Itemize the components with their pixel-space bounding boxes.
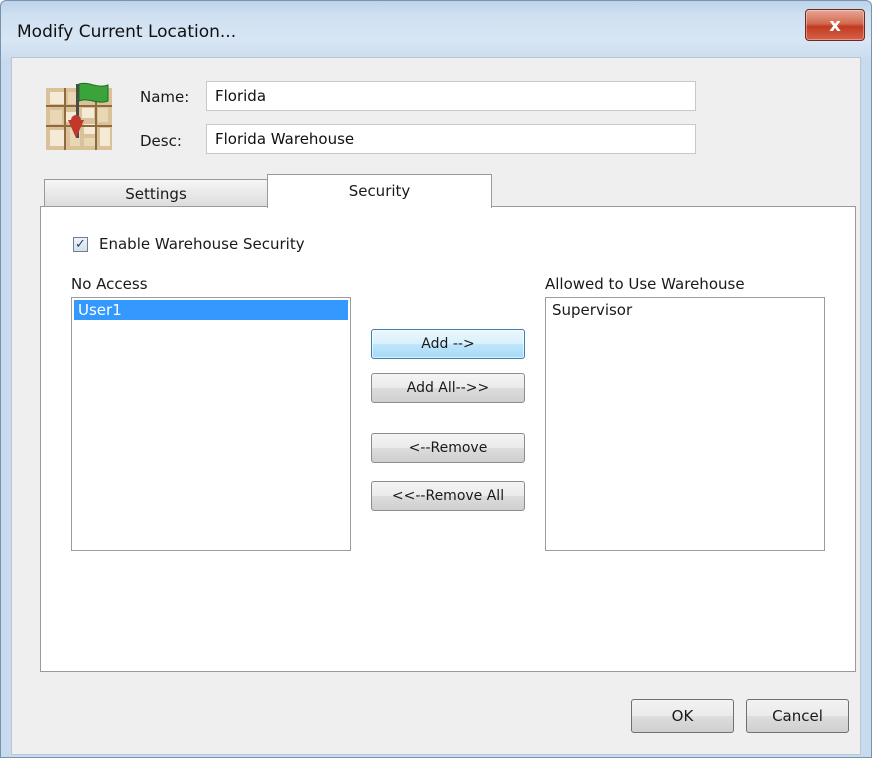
enable-security-checkbox[interactable]: ✓ [73,237,88,252]
remove-all-button[interactable]: <<--Remove All [371,481,525,511]
tab-settings[interactable]: Settings [44,179,268,207]
security-tab-panel: ✓ Enable Warehouse Security No Access Us… [40,206,856,672]
tab-security[interactable]: Security [267,174,492,208]
add-button[interactable]: Add --> [371,329,525,359]
no-access-list[interactable]: User1 [71,297,351,551]
modify-location-dialog: Modify Current Location... x Name: Flori… [0,0,872,758]
allowed-label: Allowed to Use Warehouse [545,275,745,293]
dialog-body: Name: Desc: Settings Security ✓ Enable W… [11,57,861,755]
remove-button[interactable]: <--Remove [371,433,525,463]
map-flag-icon [46,82,112,150]
no-access-label: No Access [71,275,148,293]
name-input[interactable] [206,81,696,111]
checkmark-icon: ✓ [75,237,86,252]
close-icon: x [829,14,841,36]
enable-security-label[interactable]: Enable Warehouse Security [99,235,305,253]
title-bar[interactable]: Modify Current Location... x [1,1,871,57]
list-item[interactable]: Supervisor [548,300,822,320]
add-all-button[interactable]: Add All-->> [371,373,525,403]
desc-input[interactable] [206,124,696,154]
list-item[interactable]: User1 [74,300,348,320]
allowed-list[interactable]: Supervisor [545,297,825,551]
desc-label: Desc: [140,132,182,150]
dialog-title: Modify Current Location... [17,22,237,42]
cancel-button[interactable]: Cancel [746,699,849,733]
close-button[interactable]: x [805,9,865,41]
name-label: Name: [140,88,190,106]
ok-button[interactable]: OK [631,699,734,733]
